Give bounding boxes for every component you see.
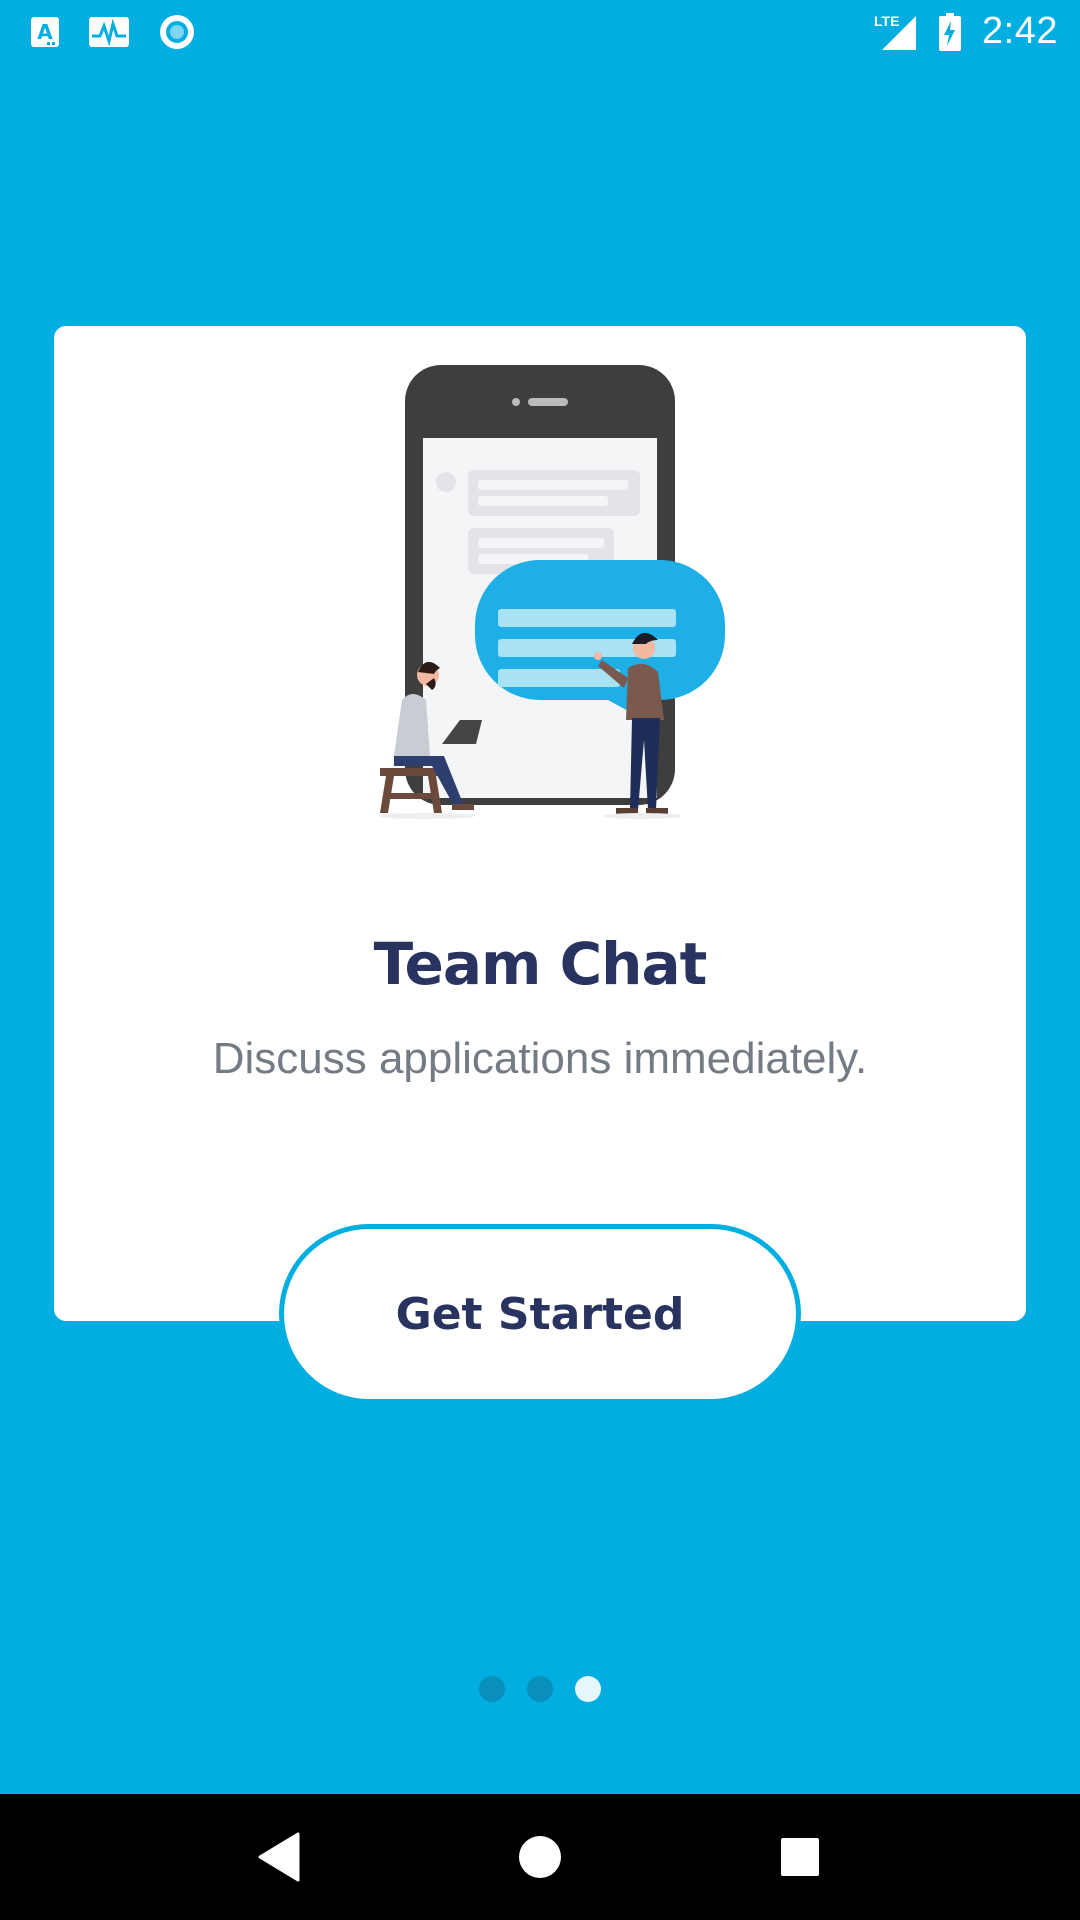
battery-charging-icon <box>938 12 962 52</box>
home-icon <box>519 1836 561 1878</box>
page-subtitle: Discuss applications immediately. <box>212 1034 868 1083</box>
navigation-bar <box>0 1794 1080 1920</box>
translate-app-icon: A <box>30 15 60 49</box>
page-indicator <box>0 1676 1080 1702</box>
svg-text:LTE: LTE <box>874 13 899 29</box>
svg-text:A: A <box>37 20 53 44</box>
back-button[interactable] <box>235 1812 325 1902</box>
get-started-button[interactable]: Get Started <box>279 1224 801 1404</box>
status-bar: A LTE 2:42 <box>0 0 1080 63</box>
clock: 2:42 <box>982 10 1058 52</box>
team-chat-illustration <box>375 360 730 820</box>
page-dot[interactable] <box>527 1676 553 1702</box>
page-title: Team Chat <box>373 930 708 998</box>
recents-icon <box>781 1838 819 1876</box>
system-icons: LTE 2:42 <box>872 10 1058 53</box>
page-dot[interactable] <box>479 1676 505 1702</box>
activity-monitor-icon <box>88 16 130 48</box>
notification-icons: A <box>30 13 196 51</box>
lte-signal-icon: LTE <box>872 12 918 52</box>
recents-button[interactable] <box>755 1812 845 1902</box>
circle-app-icon <box>158 13 196 51</box>
back-icon <box>258 1832 300 1882</box>
home-button[interactable] <box>495 1812 585 1902</box>
page-dot-active[interactable] <box>575 1676 601 1702</box>
